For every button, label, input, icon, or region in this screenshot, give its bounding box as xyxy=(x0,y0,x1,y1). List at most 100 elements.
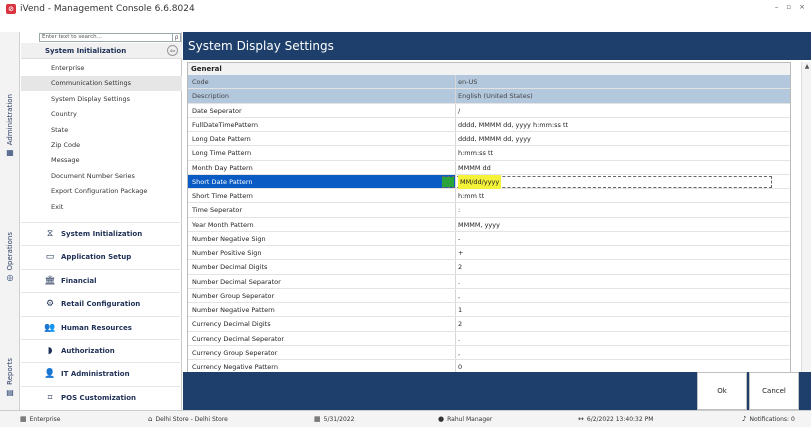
property-name: Currency Group Seperator xyxy=(188,345,456,359)
property-row[interactable]: Long Date Pattern dddd, MMMM dd, yyyy xyxy=(188,132,790,147)
tab-operations[interactable]: Operations ◎ xyxy=(0,232,20,282)
tab-administration-label: Administration xyxy=(6,94,14,146)
scroll-up-icon[interactable]: ▲ xyxy=(802,62,811,72)
status-enterprise: ▦ Enterprise xyxy=(20,415,61,423)
property-value[interactable]: / xyxy=(456,104,790,117)
property-row[interactable]: Year Month Pattern MMMM, yyyy xyxy=(188,217,790,232)
property-value[interactable]: . xyxy=(456,275,790,288)
search-placeholder: Enter text to search... xyxy=(42,34,102,40)
status-bar: ▦ Enterprise ⌂ Delhi Store - Delhi Store ▦… xyxy=(0,410,811,427)
property-name: Short Time Pattern xyxy=(188,189,456,203)
property-row[interactable]: Long Time Pattern h:mm:ss tt xyxy=(188,146,790,161)
minimize-icon[interactable]: – xyxy=(775,3,779,11)
property-row[interactable]: Currency Group Seperator, xyxy=(188,345,790,360)
footer-bar: Ok Cancel xyxy=(183,372,811,410)
property-row[interactable]: Currency Decimal Seperator. xyxy=(188,331,790,346)
property-grid: General Code en-US Description English (Uni… xyxy=(187,62,791,402)
property-row[interactable]: Number Positive Sign + xyxy=(188,246,790,261)
property-value[interactable]: h:mm:ss tt xyxy=(456,146,790,159)
property-row[interactable]: Number Group Seperator, xyxy=(188,288,790,303)
admin-user-icon: 👤 xyxy=(44,369,56,380)
tab-administration[interactable]: Administration ▦ xyxy=(0,94,20,157)
property-value[interactable]: , xyxy=(456,346,790,359)
cancel-button[interactable]: Cancel xyxy=(749,372,799,410)
pos-icon: ⌗ xyxy=(47,392,53,403)
nav-group-label: Financial xyxy=(61,276,97,285)
property-value[interactable]: , xyxy=(456,289,790,302)
property-value[interactable]: h:mm tt xyxy=(456,189,790,202)
property-row[interactable]: Time Seperator: xyxy=(188,203,790,218)
sidebar-item[interactable]: Communication Settings xyxy=(21,76,182,92)
property-value[interactable]: 2 xyxy=(456,317,790,330)
nav-group[interactable]: ⚙ Retail Configuration xyxy=(21,292,182,315)
property-value[interactable]: + xyxy=(456,246,790,259)
short-date-pattern-input[interactable]: MM/dd/yyyy xyxy=(458,174,502,189)
property-row[interactable]: Date Seperator / xyxy=(188,103,790,118)
close-icon[interactable]: × xyxy=(799,3,805,11)
nav-group[interactable]: ⧖ System Initialization xyxy=(21,222,182,245)
nav-group-label: System Initialization xyxy=(61,230,143,238)
nav-group[interactable]: ▭ Application Setup xyxy=(21,245,182,268)
property-value[interactable]: . xyxy=(456,332,790,345)
property-name: Currency Decimal Seperator xyxy=(188,331,456,345)
sidebar-item[interactable]: Document Number Series xyxy=(21,169,182,184)
property-value[interactable]: MMMM dd xyxy=(456,161,790,174)
window-title: iVend - Management Console 6.6.8024 xyxy=(20,4,195,14)
property-row[interactable]: Number Negative Pattern 1 xyxy=(188,303,790,318)
property-row[interactable]: Short Date Pattern MM/dd/yyyy xyxy=(188,174,790,189)
user-icon: ● xyxy=(438,415,445,423)
property-row[interactable]: Number Negative Sign - xyxy=(188,231,790,246)
enterprise-icon: ▦ xyxy=(20,415,27,423)
nav-group[interactable]: 👥 Human Resources xyxy=(21,315,182,339)
property-row[interactable]: Month Day Pattern MMMM dd xyxy=(188,160,790,175)
property-value[interactable]: dddd, MMMM dd, yyyy h:mm:ss tt xyxy=(456,118,790,131)
property-value[interactable]: : xyxy=(456,203,790,216)
search-input[interactable]: Enter text to search... ρ xyxy=(39,33,181,42)
app-logo-icon: ⊘ xyxy=(6,4,16,14)
property-value-editor[interactable]: MM/dd/yyyy xyxy=(442,174,790,189)
nav-group-label: Human Resources xyxy=(61,323,132,332)
sidebar-item[interactable]: Message xyxy=(21,153,182,168)
search-icon[interactable]: ρ xyxy=(172,34,180,41)
nav-group[interactable]: 👤 IT Administration xyxy=(21,362,182,385)
bank-icon: 🏛 xyxy=(44,275,56,286)
sidebar-item[interactable]: Zip Code xyxy=(21,138,182,153)
nav-group[interactable]: ◗ Authorization xyxy=(21,339,182,362)
nav-group[interactable]: 🏛 Financial xyxy=(21,268,182,292)
status-store: ⌂ Delhi Store - Delhi Store xyxy=(148,415,228,423)
vertical-scrollbar[interactable]: ▲ ▼ xyxy=(801,62,811,402)
operations-icon: ◎ xyxy=(6,273,14,283)
sidebar-item[interactable]: Export Configuration Package xyxy=(21,184,182,199)
property-name: Number Decimal Digits xyxy=(188,260,456,274)
property-value[interactable]: MMMM, yyyy xyxy=(456,218,790,231)
sidebar-item[interactable]: Exit xyxy=(21,200,182,215)
property-name: Number Decimal Separator xyxy=(188,274,456,288)
sidebar-item[interactable]: Enterprise xyxy=(21,61,182,76)
sidebar-item[interactable]: System Display Settings xyxy=(21,92,182,107)
property-value[interactable]: - xyxy=(456,232,790,245)
property-row[interactable]: Short Time Pattern h:mm tt xyxy=(188,189,790,204)
property-row[interactable]: Number Decimal Separator. xyxy=(188,274,790,289)
edit-marker-icon xyxy=(442,176,454,187)
restore-icon[interactable]: ▫ xyxy=(786,3,791,11)
property-row[interactable]: Currency Decimal Digits 2 xyxy=(188,317,790,332)
property-value[interactable]: 1 xyxy=(456,303,790,316)
property-name: Description xyxy=(188,89,456,103)
property-row[interactable]: FullDateTimePattern dddd, MMMM dd, yyyy h… xyxy=(188,117,790,132)
back-arrow-icon[interactable]: ⇦ xyxy=(167,45,178,56)
property-value[interactable]: 2 xyxy=(456,260,790,273)
nav-group[interactable]: ⌗ POS Customization xyxy=(21,385,182,409)
status-notifications[interactable]: ♪ Notifications: 0 xyxy=(742,415,795,423)
property-name: Date Seperator xyxy=(188,103,456,117)
property-name: Currency Decimal Digits xyxy=(188,317,456,331)
vertical-tab-strip: Administration ▦ Operations ◎ Reports ▤ xyxy=(0,32,20,410)
property-row[interactable]: Number Decimal Digits 2 xyxy=(188,260,790,275)
sidebar-item[interactable]: State xyxy=(21,123,182,138)
property-value[interactable]: dddd, MMMM dd, yyyy xyxy=(456,132,790,145)
property-row[interactable]: Code en-US xyxy=(188,75,790,90)
section-title: System Initialization xyxy=(45,46,127,55)
property-row[interactable]: Description English (United States) xyxy=(188,89,790,104)
ok-button[interactable]: Ok xyxy=(697,372,747,410)
sidebar-item[interactable]: Country xyxy=(21,107,182,122)
tab-reports[interactable]: Reports ▤ xyxy=(0,358,20,397)
